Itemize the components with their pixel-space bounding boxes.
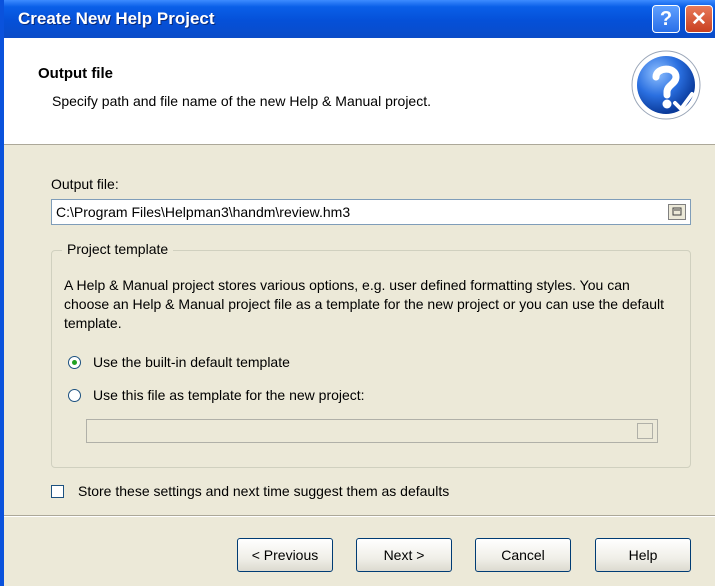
project-template-description: A Help & Manual project stores various o… <box>64 277 665 331</box>
output-file-label: Output file: <box>51 176 119 192</box>
window-title: Create New Help Project <box>18 9 215 28</box>
wizard-header: Output file Specify path and file name o… <box>4 38 715 145</box>
browse-template-button[interactable] <box>637 423 653 439</box>
output-file-value: C:\Program Files\Helpman3\handm\review.h… <box>56 204 351 220</box>
next-button[interactable]: Next > <box>356 538 452 572</box>
titlebar-help-button[interactable]: ? <box>652 5 680 33</box>
output-file-input[interactable]: C:\Program Files\Helpman3\handm\review.h… <box>51 199 691 225</box>
page-title: Output file <box>38 65 113 82</box>
dialog-window: Create New Help Project ? ✕ Output file … <box>0 0 715 586</box>
project-template-group: Project template A Help & Manual project… <box>51 241 691 468</box>
store-defaults-checkbox[interactable] <box>51 484 64 498</box>
store-defaults-row[interactable]: Store these settings and next time sugge… <box>51 483 449 499</box>
store-defaults-label: Store these settings and next time sugge… <box>78 483 450 499</box>
browse-icon <box>672 207 682 216</box>
help-button[interactable]: Help <box>595 538 691 572</box>
previous-button[interactable]: < Previous <box>237 538 333 572</box>
radio-button-selected[interactable] <box>68 355 81 369</box>
page-subtitle: Specify path and file name of the new He… <box>52 93 431 109</box>
radio-button[interactable] <box>68 388 81 402</box>
template-file-input[interactable] <box>86 419 658 443</box>
help-question-icon <box>631 50 701 120</box>
cancel-button[interactable]: Cancel <box>475 538 571 572</box>
browse-output-button[interactable] <box>668 204 686 220</box>
button-separator <box>4 515 715 517</box>
radio-default-template[interactable]: Use the built-in default template <box>68 354 290 370</box>
title-bar[interactable]: Create New Help Project ? ✕ <box>4 0 715 38</box>
close-button[interactable]: ✕ <box>685 5 713 33</box>
radio-file-template-label: Use this file as template for the new pr… <box>93 387 365 403</box>
radio-file-template[interactable]: Use this file as template for the new pr… <box>68 387 365 403</box>
radio-default-template-label: Use the built-in default template <box>93 354 290 370</box>
project-template-title: Project template <box>62 241 174 257</box>
